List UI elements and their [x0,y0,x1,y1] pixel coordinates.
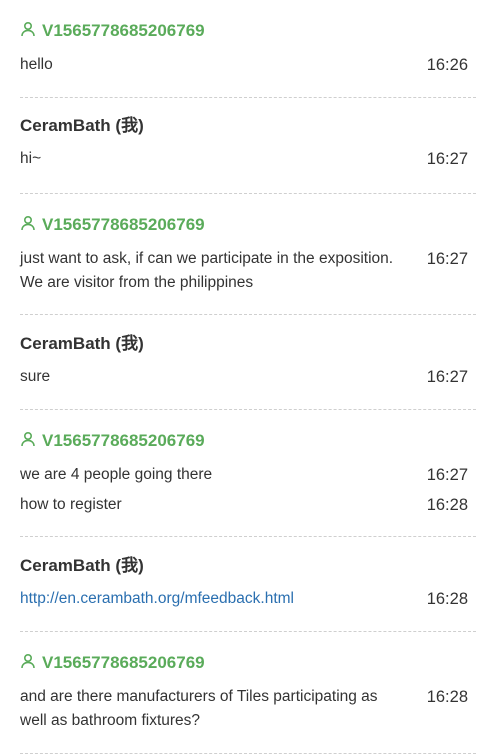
sender-name: V1565778685206769 [20,214,476,236]
user-icon [21,653,35,669]
message-text: just want to ask, if can we participate … [20,250,394,291]
sender-name: V1565778685206769 [20,652,476,674]
user-icon [21,431,35,447]
sender-label: V1565778685206769 [42,653,205,672]
sender-label: V1565778685206769 [42,215,205,234]
message-line: hello 16:26 [20,53,476,77]
message-time: 16:28 [426,590,468,608]
message-group: V1565778685206769 just want to ask, if c… [20,194,476,315]
message-group: V1565778685206769 hello 16:26 [20,0,476,98]
message-time: 16:26 [426,56,468,74]
message-time: 16:28 [426,688,468,706]
message-line: just want to ask, if can we participate … [20,247,476,295]
message-link[interactable]: http://en.cerambath.org/mfeedback.html [20,587,395,611]
message-group: V1565778685206769 we are 4 people going … [20,410,476,537]
message-group: CeramBath (我) sure 16:27 [20,315,476,410]
message-text: hello [20,56,53,73]
sender-label: CeramBath (我) [20,556,144,575]
sender-name: CeramBath (我) [20,555,476,577]
message-line: we are 4 people going there 16:27 [20,463,476,487]
message-text: sure [20,368,51,385]
message-text: we are 4 people going there [20,466,213,483]
message-text: hi~ [20,150,42,167]
sender-name: CeramBath (我) [20,115,476,137]
sender-label: V1565778685206769 [42,21,205,40]
user-icon [21,21,35,37]
chat-log: V1565778685206769 hello 16:26 CeramBath … [20,0,476,754]
message-text: how to register [20,496,122,513]
message-time: 16:28 [426,496,468,514]
message-group: V1565778685206769 and are there manufact… [20,632,476,754]
user-icon [21,215,35,231]
message-line: how to register 16:28 [20,493,476,517]
message-group: CeramBath (我) http://en.cerambath.org/mf… [20,537,476,632]
message-line: sure 16:27 [20,365,476,389]
message-line: and are there manufacturers of Tiles par… [20,685,476,733]
sender-name: V1565778685206769 [20,430,476,452]
message-line: hi~ 16:27 [20,147,476,171]
sender-name: V1565778685206769 [20,20,476,42]
message-line: http://en.cerambath.org/mfeedback.html 1… [20,587,476,611]
message-time: 16:27 [426,250,468,268]
sender-label: V1565778685206769 [42,431,205,450]
sender-label: CeramBath (我) [20,116,144,135]
message-time: 16:27 [426,150,468,168]
message-time: 16:27 [426,368,468,386]
message-group: CeramBath (我) hi~ 16:27 [20,98,476,194]
message-text: and are there manufacturers of Tiles par… [20,688,378,729]
message-time: 16:27 [426,466,468,484]
sender-label: CeramBath (我) [20,334,144,353]
sender-name: CeramBath (我) [20,333,476,355]
